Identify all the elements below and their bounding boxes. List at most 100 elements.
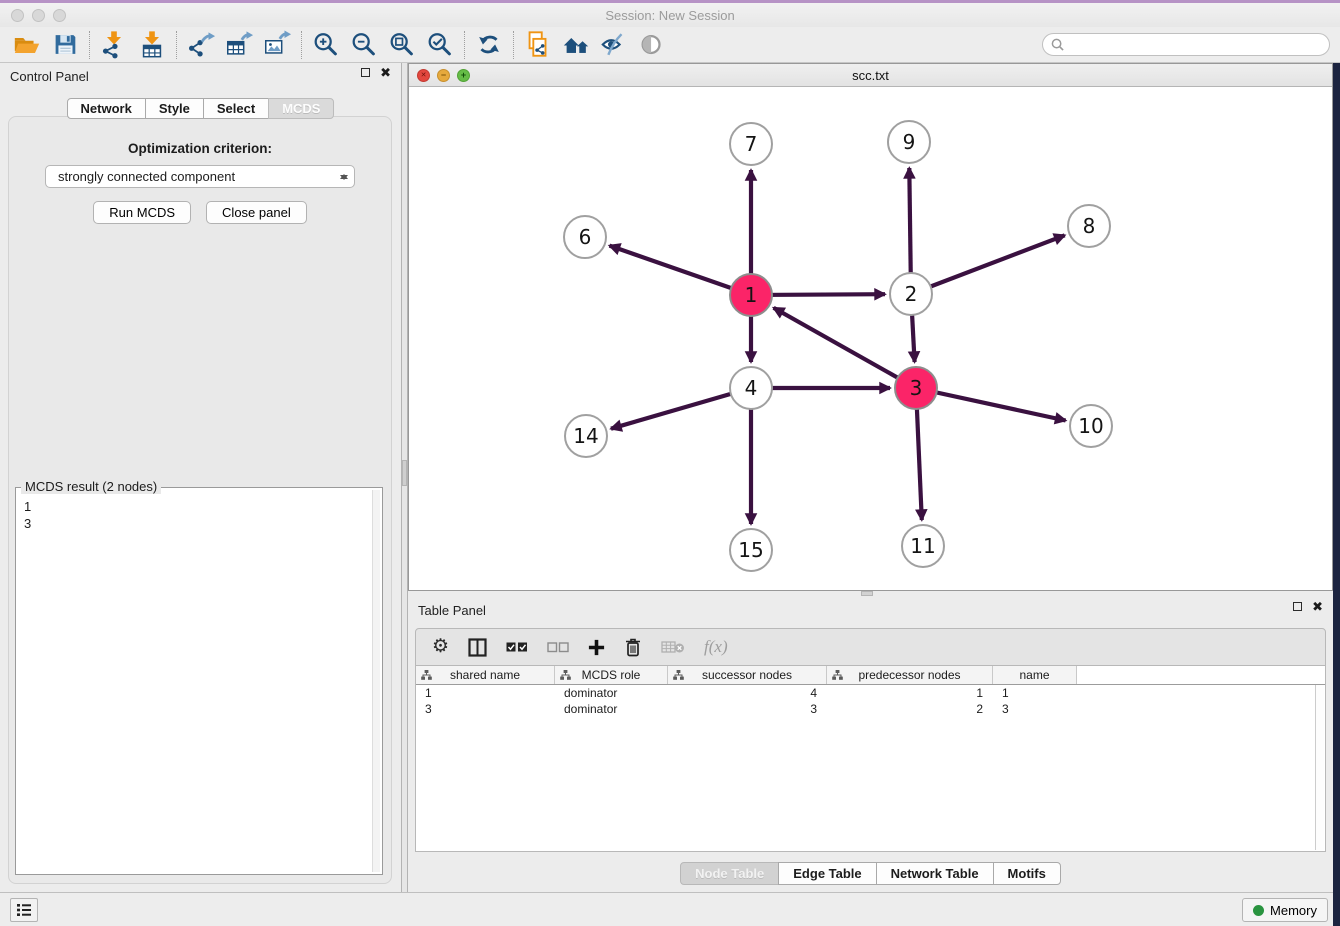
add-column-button[interactable] xyxy=(588,632,605,662)
edge-3-1[interactable] xyxy=(774,308,916,388)
run-mcds-button[interactable]: Run MCDS xyxy=(93,201,191,224)
tab-network-table[interactable]: Network Table xyxy=(876,862,994,885)
table-cell[interactable]: 1 xyxy=(993,686,1077,700)
search-input[interactable] xyxy=(1069,37,1321,52)
table-cell[interactable]: 3 xyxy=(668,702,827,716)
table-cell[interactable]: 1 xyxy=(827,686,993,700)
zoom-fit-button[interactable] xyxy=(383,29,421,61)
table-cell[interactable]: 1 xyxy=(416,686,555,700)
vertical-splitter[interactable] xyxy=(401,63,408,892)
node-10[interactable]: 10 xyxy=(1070,405,1112,447)
select-all-columns-button[interactable] xyxy=(506,632,528,662)
tab-select[interactable]: Select xyxy=(203,98,269,119)
tab-motifs[interactable]: Motifs xyxy=(993,862,1061,885)
table-cell[interactable]: dominator xyxy=(555,702,668,716)
column-header-predecessor-nodes[interactable]: predecessor nodes xyxy=(827,666,993,684)
table-cell[interactable]: 3 xyxy=(993,702,1077,716)
list-icon xyxy=(16,903,32,917)
eye-slash-icon xyxy=(599,30,629,59)
close-panel-button[interactable]: Close panel xyxy=(206,201,307,224)
edge-3-10[interactable] xyxy=(916,388,1066,421)
network-title: scc.txt xyxy=(409,68,1332,83)
table-scrollbar[interactable] xyxy=(1315,685,1324,850)
optimization-criterion-select[interactable]: strongly connected component xyxy=(45,165,355,188)
apply-layout-button[interactable] xyxy=(470,29,508,61)
table-cell[interactable]: dominator xyxy=(555,686,668,700)
node-11[interactable]: 11 xyxy=(902,525,944,567)
home-button[interactable] xyxy=(557,29,595,61)
node-8[interactable]: 8 xyxy=(1068,205,1110,247)
checked-boxes-icon xyxy=(506,641,528,653)
table-cell[interactable]: 3 xyxy=(416,702,555,716)
close-panel-icon[interactable]: ✖ xyxy=(380,68,391,77)
task-history-button[interactable] xyxy=(10,898,38,922)
deselect-all-columns-button[interactable] xyxy=(547,632,569,662)
splitter-handle[interactable] xyxy=(861,591,873,596)
splitter-handle[interactable] xyxy=(402,460,407,486)
result-scrollbar[interactable] xyxy=(372,490,380,872)
tab-mcds[interactable]: MCDS xyxy=(268,98,334,119)
eye-disabled-icon xyxy=(637,30,667,59)
zoom-in-button[interactable] xyxy=(307,29,345,61)
hide-selected-button[interactable] xyxy=(595,29,633,61)
node-14[interactable]: 14 xyxy=(565,415,607,457)
export-table-button[interactable] xyxy=(220,29,258,61)
node-table: shared nameMCDS rolesuccessor nodesprede… xyxy=(415,666,1326,852)
mcds-result-item: 1 xyxy=(24,498,374,515)
dropdown-stepper-icon xyxy=(339,170,348,184)
table-cell[interactable]: 2 xyxy=(827,702,993,716)
table-body: 1dominator4113dominator323 xyxy=(416,685,1325,717)
tab-network[interactable]: Network xyxy=(67,98,146,119)
close-panel-icon[interactable]: ✖ xyxy=(1312,602,1323,611)
column-header-MCDS-role[interactable]: MCDS role xyxy=(555,666,668,684)
table-options-button[interactable]: ⚙ xyxy=(432,632,449,662)
network-canvas[interactable]: 1 2 3 4 6 7 8 9 10 11 14 15 xyxy=(409,87,1332,590)
save-session-button[interactable] xyxy=(46,29,84,61)
mcds-panel: Optimization criterion: strongly connect… xyxy=(8,116,392,884)
zoom-in-icon xyxy=(311,30,341,59)
zoom-selected-button[interactable] xyxy=(421,29,459,61)
node-1[interactable]: 1 xyxy=(730,274,772,316)
export-image-button[interactable] xyxy=(258,29,296,61)
tab-edge-table[interactable]: Edge Table xyxy=(778,862,876,885)
import-table-button[interactable] xyxy=(133,29,171,61)
memory-button[interactable]: Memory xyxy=(1242,898,1328,922)
edge-1-6[interactable] xyxy=(610,246,752,295)
node-2[interactable]: 2 xyxy=(890,273,932,315)
clone-network-button[interactable] xyxy=(519,29,557,61)
tab-style[interactable]: Style xyxy=(145,98,204,119)
search-box[interactable] xyxy=(1042,33,1330,56)
export-image-icon xyxy=(262,30,292,59)
clone-network-icon xyxy=(523,30,553,59)
open-file-button[interactable] xyxy=(8,29,46,61)
home-icon xyxy=(561,30,591,59)
delete-column-button[interactable] xyxy=(624,632,642,662)
column-header-shared-name[interactable]: shared name xyxy=(416,666,555,684)
table-row[interactable]: 1dominator411 xyxy=(416,685,1325,701)
node-7[interactable]: 7 xyxy=(730,123,772,165)
control-panel-tabs: NetworkStyleSelectMCDS xyxy=(67,98,335,119)
float-panel-icon[interactable] xyxy=(1293,602,1302,611)
table-row[interactable]: 3dominator323 xyxy=(416,701,1325,717)
header-filler xyxy=(1077,666,1325,684)
node-15[interactable]: 15 xyxy=(730,529,772,571)
edge-2-8[interactable] xyxy=(911,235,1065,294)
node-3[interactable]: 3 xyxy=(895,367,937,409)
float-panel-icon[interactable] xyxy=(361,68,370,77)
import-network-button[interactable] xyxy=(95,29,133,61)
network-window-titlebar[interactable]: scc.txt xyxy=(409,64,1332,87)
network-graph[interactable]: 1 2 3 4 6 7 8 9 10 11 14 15 xyxy=(409,87,1332,590)
save-icon xyxy=(50,30,80,59)
optimization-criterion-label: Optimization criterion: xyxy=(9,141,391,156)
tab-node-table[interactable]: Node Table xyxy=(680,862,779,885)
column-header-name[interactable]: name xyxy=(993,666,1077,684)
hierarchy-icon xyxy=(560,670,571,680)
column-browser-button[interactable] xyxy=(468,632,487,662)
node-4[interactable]: 4 xyxy=(730,367,772,409)
zoom-out-button[interactable] xyxy=(345,29,383,61)
column-header-successor-nodes[interactable]: successor nodes xyxy=(668,666,827,684)
export-network-button[interactable] xyxy=(182,29,220,61)
node-6[interactable]: 6 xyxy=(564,216,606,258)
table-cell[interactable]: 4 xyxy=(668,686,827,700)
node-9[interactable]: 9 xyxy=(888,121,930,163)
